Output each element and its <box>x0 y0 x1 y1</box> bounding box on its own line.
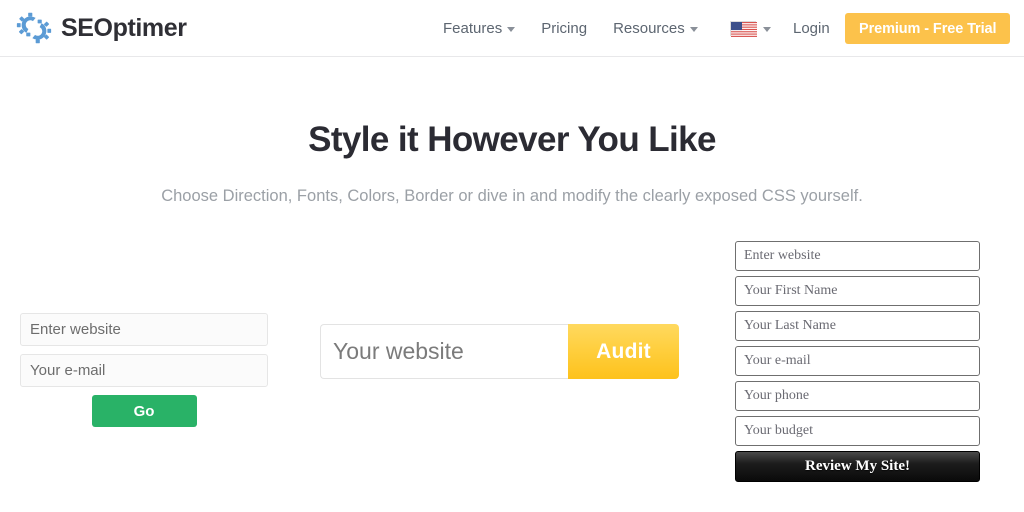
audit-form-website-input[interactable] <box>320 324 568 379</box>
nav-item-features[interactable]: Features <box>430 20 528 37</box>
audit-bar-form: Audit <box>320 324 679 379</box>
nav-item-label: Resources <box>613 20 685 37</box>
page-title: Style it However You Like <box>0 119 1024 161</box>
serif-form-email-input[interactable] <box>735 346 980 376</box>
chevron-down-icon <box>763 27 771 32</box>
audit-form-submit-button[interactable]: Audit <box>568 324 679 379</box>
site-header: SEOptimer Features Pricing Resources <box>0 0 1024 57</box>
serif-form-website-input[interactable] <box>735 241 980 271</box>
serif-form-phone-input[interactable] <box>735 381 980 411</box>
green-form-go-button[interactable]: Go <box>92 395 197 427</box>
serif-lead-form: Review My Site! <box>735 241 980 482</box>
main-nav: Features Pricing Resources <box>430 0 711 57</box>
nav-item-label: Pricing <box>541 20 587 37</box>
green-form-email-input[interactable] <box>20 354 268 387</box>
page-subtitle: Choose Direction, Fonts, Colors, Border … <box>0 187 1024 206</box>
premium-free-trial-button[interactable]: Premium - Free Trial <box>845 13 1010 44</box>
login-link[interactable]: Login <box>793 0 830 57</box>
serif-form-first-name-input[interactable] <box>735 276 980 306</box>
brand-name: SEOptimer <box>61 16 187 41</box>
chevron-down-icon <box>690 27 698 32</box>
serif-form-budget-input[interactable] <box>735 416 980 446</box>
green-form-website-input[interactable] <box>20 313 268 346</box>
gear-s-logo-icon <box>14 8 54 48</box>
us-flag-icon <box>730 21 756 36</box>
chevron-down-icon <box>507 27 515 32</box>
green-audit-form: Go <box>20 313 268 427</box>
serif-form-review-my-site-button[interactable]: Review My Site! <box>735 451 980 482</box>
serif-form-last-name-input[interactable] <box>735 311 980 341</box>
nav-item-label: Features <box>443 20 502 37</box>
nav-item-pricing[interactable]: Pricing <box>528 20 600 37</box>
brand-logo-link[interactable]: SEOptimer <box>14 8 187 48</box>
nav-item-resources[interactable]: Resources <box>600 20 711 37</box>
language-selector[interactable] <box>730 0 771 57</box>
